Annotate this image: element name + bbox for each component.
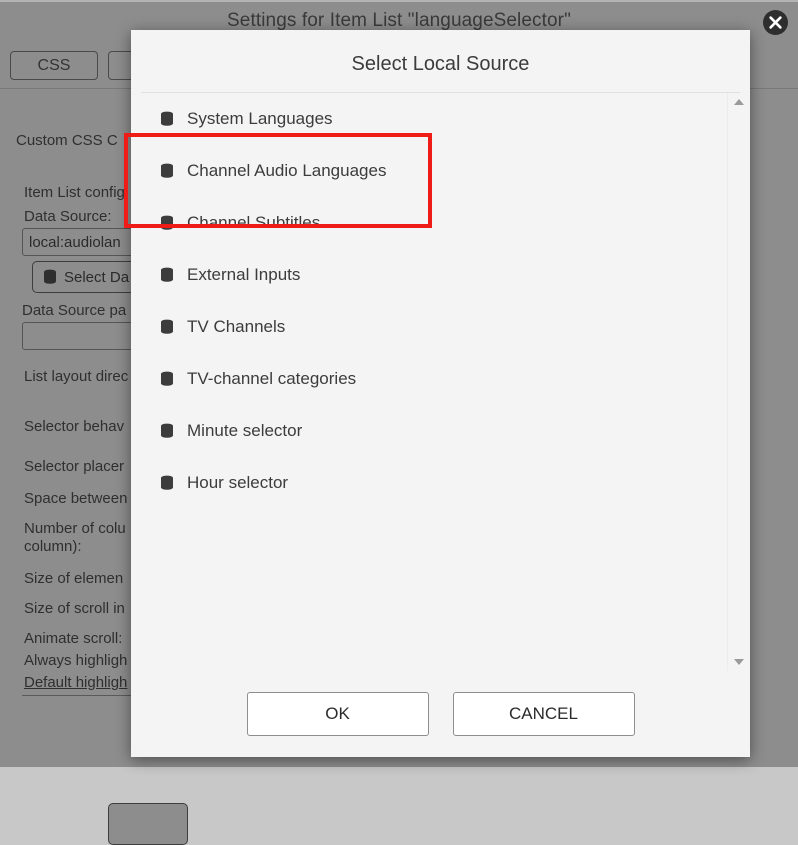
list-layout-direction-label: List layout direc: [24, 368, 129, 385]
source-list-item-label: Channel Audio Languages: [187, 161, 387, 180]
custom-css-class-label: Custom CSS C: [16, 132, 118, 149]
data-source-param-label: Data Source pa: [22, 302, 127, 319]
scroll-down-arrow-icon[interactable]: [734, 659, 744, 665]
source-list-item-label: Minute selector: [187, 421, 303, 440]
database-icon: [44, 269, 56, 284]
size-of-element-label: Size of elemen: [24, 570, 124, 587]
close-circle-icon[interactable]: [763, 10, 788, 35]
space-between-label: Space between: [24, 490, 128, 507]
selector-placement-label: Selector placer: [24, 458, 125, 475]
source-list-item-label: TV Channels: [187, 317, 286, 336]
source-list-item-label: Channel Subtitles: [187, 213, 321, 232]
dialog-title: Select Local Source: [141, 30, 740, 93]
cancel-button[interactable]: CANCEL: [452, 692, 635, 736]
source-list-item-label: System Languages: [187, 109, 333, 128]
data-source-label: Data Source:: [24, 208, 112, 225]
database-icon: [160, 423, 174, 439]
list-scrollbar[interactable]: [727, 93, 750, 671]
item-list-config-label: Item List config: [24, 184, 125, 201]
source-list-item[interactable]: External Inputs: [131, 249, 728, 301]
number-of-columns-label: Number of colu: [24, 520, 126, 537]
scroll-up-arrow-icon[interactable]: [734, 99, 744, 105]
database-icon: [160, 163, 174, 179]
css-tab-button[interactable]: CSS: [10, 51, 98, 80]
source-list-item[interactable]: Hour selector: [131, 457, 728, 509]
source-list-item[interactable]: TV-channel categories: [131, 353, 728, 405]
window-title: Settings for Item List "languageSelector…: [227, 10, 571, 31]
source-list-item[interactable]: System Languages: [131, 93, 728, 145]
select-data-source-label: Select Da: [64, 268, 130, 286]
default-highlight-label[interactable]: Default highligh: [24, 674, 127, 691]
database-icon: [160, 319, 174, 335]
source-list[interactable]: System Languages Channel Audio Languages C…: [131, 93, 728, 671]
animate-scroll-label: Animate scroll:: [24, 630, 123, 647]
source-list-item[interactable]: Minute selector: [131, 405, 728, 457]
form-bottom-button[interactable]: [108, 803, 188, 845]
source-list-item-label: TV-channel categories: [187, 369, 357, 388]
selector-behavior-label: Selector behav: [24, 418, 125, 435]
source-list-item[interactable]: Channel Subtitles: [131, 197, 728, 249]
size-of-scroll-indicator-label: Size of scroll in: [24, 600, 125, 617]
database-icon: [160, 267, 174, 283]
source-list-item-label: Hour selector: [187, 473, 289, 492]
database-icon: [160, 111, 174, 127]
database-icon: [160, 371, 174, 387]
source-list-item[interactable]: Channel Audio Languages: [131, 145, 728, 197]
database-icon: [160, 215, 174, 231]
always-highlight-label: Always highligh: [24, 652, 128, 669]
ok-button[interactable]: OK: [246, 692, 429, 736]
dialog-footer: OK CANCEL: [131, 671, 750, 757]
dialog-body: System Languages Channel Audio Languages C…: [131, 93, 750, 671]
source-list-item[interactable]: TV Channels: [131, 301, 728, 353]
number-of-columns-label-line2: column):: [24, 538, 82, 555]
database-icon: [160, 475, 174, 491]
source-list-item-label: External Inputs: [187, 265, 301, 284]
select-local-source-dialog: Select Local Source System Languages Chan…: [131, 30, 750, 757]
